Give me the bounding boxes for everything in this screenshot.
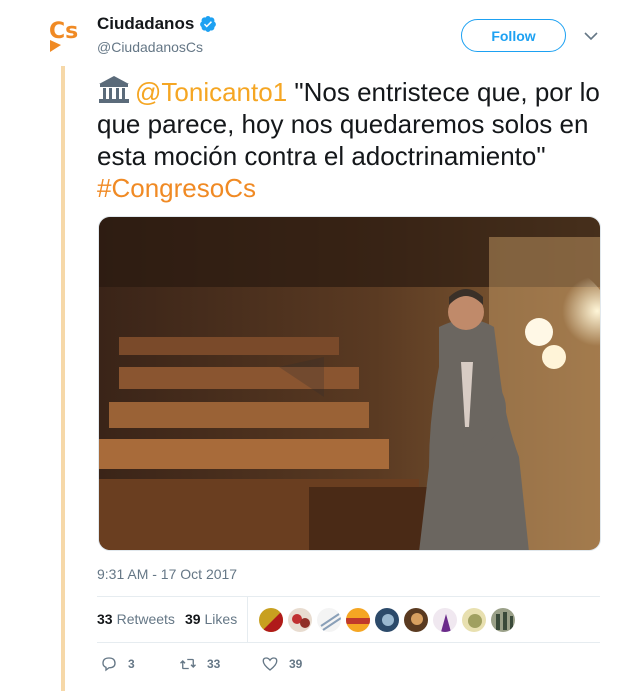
divider-bottom bbox=[97, 642, 600, 643]
verified-badge-icon bbox=[199, 15, 217, 33]
tweet-text: @Tonicanto1 "Nos entristece que, por lo … bbox=[97, 74, 602, 204]
chevron-down-icon[interactable] bbox=[583, 29, 599, 43]
mention-link[interactable]: @Tonicanto1 bbox=[135, 77, 287, 107]
likes-label: Likes bbox=[204, 611, 238, 627]
liker-avatar[interactable] bbox=[432, 607, 458, 633]
tweet-header: Ciudadanos @CiudadanosCs bbox=[97, 14, 217, 55]
svg-text:Cs: Cs bbox=[49, 19, 78, 44]
retweets-count: 33 bbox=[97, 611, 113, 627]
likes-stat[interactable]: 39 Likes bbox=[185, 611, 237, 627]
liker-avatar[interactable] bbox=[403, 607, 429, 633]
like-button[interactable]: 39 bbox=[261, 655, 302, 673]
retweets-stat[interactable]: 33 Retweets bbox=[97, 611, 175, 627]
liker-avatar[interactable] bbox=[258, 607, 284, 633]
like-count: 39 bbox=[289, 657, 303, 671]
liker-avatar[interactable] bbox=[490, 607, 516, 633]
retweets-label: Retweets bbox=[116, 611, 175, 627]
classical-building-icon bbox=[97, 74, 131, 104]
heart-icon bbox=[262, 657, 278, 671]
author-avatar[interactable]: Cs bbox=[48, 14, 84, 54]
tweet-timestamp[interactable]: 9:31 AM - 17 Oct 2017 bbox=[97, 566, 237, 582]
reply-count: 3 bbox=[128, 657, 135, 671]
ciudadanos-logo-icon: Cs bbox=[49, 19, 78, 52]
liker-avatar[interactable] bbox=[461, 607, 487, 633]
hashtag-link[interactable]: #CongresoCs bbox=[97, 173, 256, 203]
liker-avatar[interactable] bbox=[345, 607, 371, 633]
tweet-stats: 33 Retweets 39 Likes bbox=[97, 611, 237, 627]
liker-avatar[interactable] bbox=[374, 607, 400, 633]
retweet-button[interactable]: 33 bbox=[179, 655, 261, 673]
stats-separator bbox=[247, 596, 248, 642]
divider-top bbox=[97, 596, 600, 597]
reply-button[interactable]: 3 bbox=[100, 655, 179, 673]
tweet-photo[interactable] bbox=[98, 216, 601, 551]
author-display-name[interactable]: Ciudadanos bbox=[97, 14, 194, 34]
likes-count: 39 bbox=[184, 611, 201, 627]
retweet-icon bbox=[180, 658, 196, 670]
liker-avatar[interactable] bbox=[316, 607, 342, 633]
follow-button[interactable]: Follow bbox=[461, 19, 566, 52]
author-handle[interactable]: @CiudadanosCs bbox=[97, 39, 217, 55]
retweet-count: 33 bbox=[207, 657, 221, 671]
tweet-actions: 3 33 39 bbox=[100, 655, 302, 673]
liker-avatar[interactable] bbox=[287, 607, 313, 633]
liker-avatars bbox=[258, 607, 519, 633]
thread-line bbox=[61, 66, 65, 691]
reply-icon bbox=[102, 657, 116, 672]
